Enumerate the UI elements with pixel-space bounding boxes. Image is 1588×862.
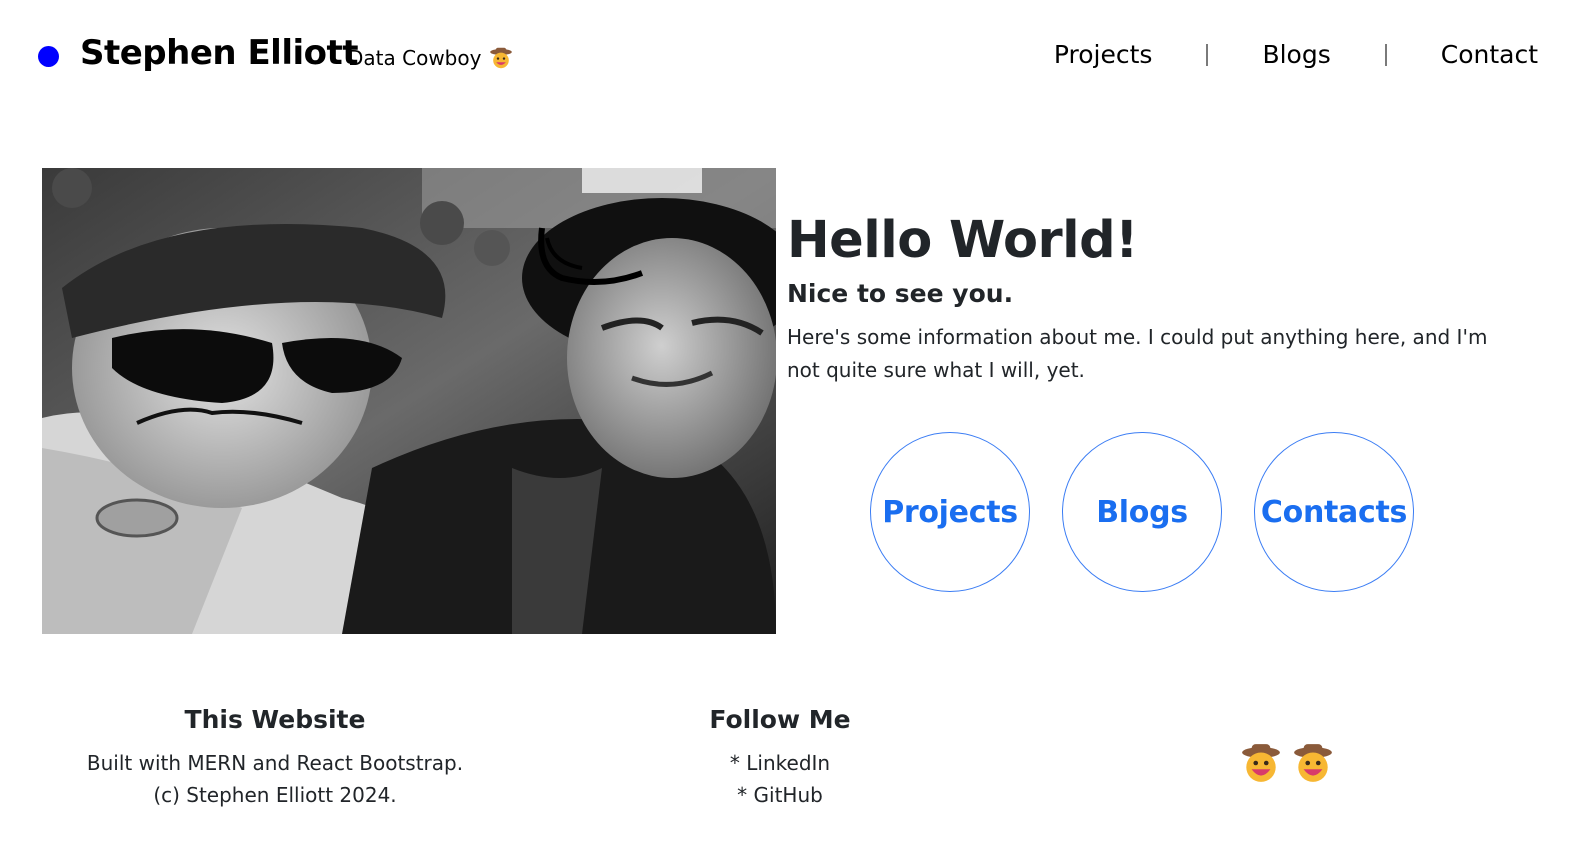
nav-links: Projects Blogs Contact [1054,40,1538,69]
footer-this-website: This Website Built with MERN and React B… [55,704,495,811]
brand-dot-icon [38,46,59,67]
hero-title: Hello World! [787,211,1138,270]
navbar: Stephen Elliott Data Cowboy Projects Blo… [0,0,1588,110]
hero-photo [42,168,776,634]
brand-tagline: Data Cowboy [348,46,513,70]
footer-site-built-with: Built with MERN and React Bootstrap. [86,750,464,775]
footer-copyright: (c) Stephen Elliott 2024. [153,782,397,807]
hero-photo-graphic [42,168,776,634]
footer-follow-me: Follow Me * LinkedIn * GitHub [640,704,920,811]
projects-button[interactable]: Projects [870,432,1030,592]
hero-text: Hello World! Nice to see you. Here's som… [787,210,1507,387]
nav-divider [1206,43,1209,66]
github-link[interactable]: * GitHub [737,783,823,807]
footer-emojis [1240,742,1334,784]
nav-link-blogs[interactable]: Blogs [1262,40,1330,69]
footer-follow-heading: Follow Me [709,705,851,734]
hero-body: Here's some information about me. I coul… [787,325,1488,383]
linkedin-link[interactable]: * LinkedIn [730,751,830,775]
hero-subtitle: Nice to see you. [787,279,1014,309]
nav-divider [1384,43,1387,66]
footer-site-heading: This Website [184,705,366,734]
cowboy-emoji-icon [1242,744,1280,782]
hero-buttons: Projects Blogs Contacts [870,432,1414,592]
blogs-button[interactable]: Blogs [1062,432,1222,592]
brand-name[interactable]: Stephen Elliott [80,33,359,73]
cowboy-emoji-icon [490,47,513,69]
brand-tagline-text: Data Cowboy [348,46,482,70]
cowboy-emoji-icon [1294,744,1332,782]
nav-link-projects[interactable]: Projects [1054,40,1153,69]
contacts-button[interactable]: Contacts [1254,432,1414,592]
nav-link-contact[interactable]: Contact [1441,40,1538,69]
